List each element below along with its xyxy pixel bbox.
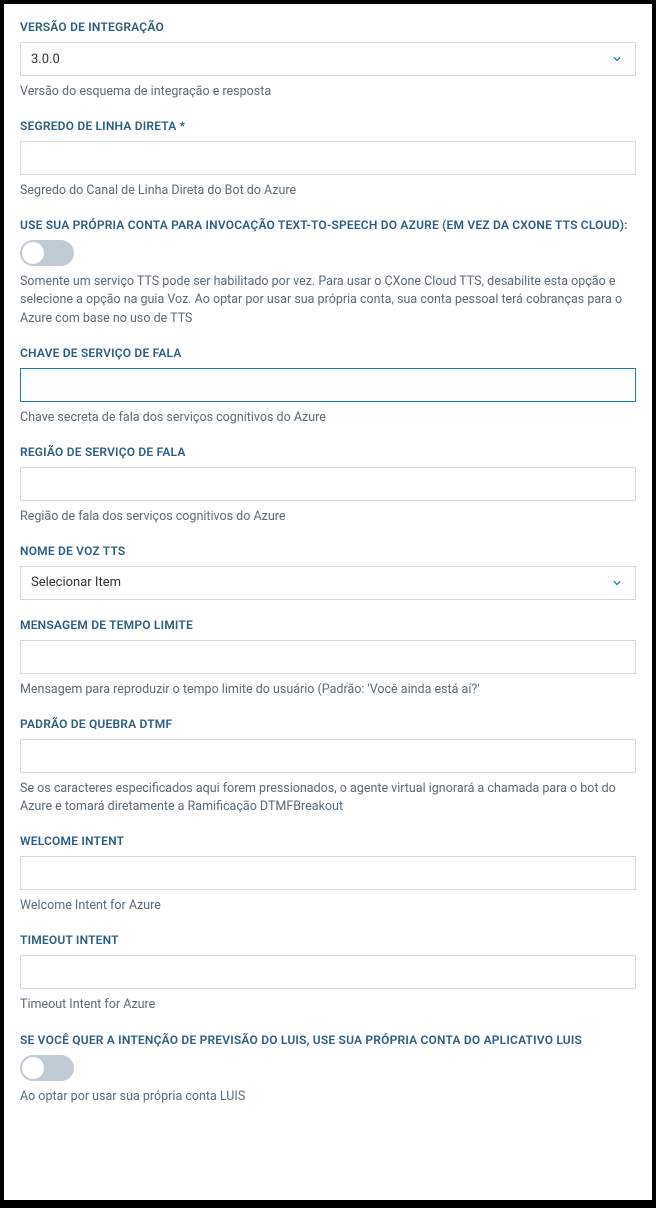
label-own-tts-account: USE SUA PRÓPRIA CONTA PARA INVOCAÇÃO TEX…: [20, 218, 636, 232]
help-speech-service-region: Região de fala dos serviços cognitivos d…: [20, 508, 636, 526]
input-direct-line-secret[interactable]: [20, 141, 636, 175]
help-dtmf-break-pattern: Se os caracteres especificados aqui fore…: [20, 780, 636, 816]
chevron-down-icon: [611, 577, 623, 589]
toggle-knob: [22, 1057, 44, 1079]
field-own-tts-account: USE SUA PRÓPRIA CONTA PARA INVOCAÇÃO TEX…: [20, 218, 636, 327]
field-integration-version: VERSÃO DE INTEGRAÇÃO 3.0.0 Versão do esq…: [20, 20, 636, 101]
label-dtmf-break-pattern: PADRÃO DE QUEBRA DTMF: [20, 717, 636, 731]
label-speech-service-region: REGIÃO DE SERVIÇO DE FALA: [20, 445, 636, 459]
label-timeout-intent: TIMEOUT INTENT: [20, 933, 636, 947]
field-timeout-message: MENSAGEM DE TEMPO LIMITE Mensagem para r…: [20, 618, 636, 699]
input-timeout-intent[interactable]: [20, 955, 636, 989]
help-timeout-message: Mensagem para reproduzir o tempo limite …: [20, 681, 636, 699]
field-luis-own-account: SE VOCÊ QUER A INTENÇÃO DE PREVISÃO DO L…: [20, 1033, 636, 1106]
input-welcome-intent[interactable]: [20, 856, 636, 890]
label-welcome-intent: WELCOME INTENT: [20, 834, 636, 848]
field-dtmf-break-pattern: PADRÃO DE QUEBRA DTMF Se os caracteres e…: [20, 717, 636, 816]
label-timeout-message: MENSAGEM DE TEMPO LIMITE: [20, 618, 636, 632]
select-integration-version[interactable]: 3.0.0: [20, 42, 636, 76]
help-integration-version: Versão do esquema de integração e respos…: [20, 83, 636, 101]
chevron-down-icon: [611, 53, 623, 65]
field-tts-voice-name: NOME DE VOZ TTS Selecionar Item: [20, 544, 636, 600]
label-integration-version: VERSÃO DE INTEGRAÇÃO: [20, 20, 636, 34]
field-speech-service-key: CHAVE DE SERVIÇO DE FALA Chave secreta d…: [20, 346, 636, 427]
help-luis-own-account: Ao optar por usar sua própria conta LUIS: [20, 1088, 636, 1106]
input-speech-service-key[interactable]: [20, 368, 636, 402]
label-luis-own-account: SE VOCÊ QUER A INTENÇÃO DE PREVISÃO DO L…: [20, 1033, 636, 1047]
input-dtmf-break-pattern[interactable]: [20, 739, 636, 773]
input-timeout-message[interactable]: [20, 640, 636, 674]
help-speech-service-key: Chave secreta de fala dos serviços cogni…: [20, 409, 636, 427]
help-welcome-intent: Welcome Intent for Azure: [20, 897, 636, 915]
toggle-knob: [22, 242, 44, 264]
field-welcome-intent: WELCOME INTENT Welcome Intent for Azure: [20, 834, 636, 915]
help-own-tts-account: Somente um serviço TTS pode ser habilita…: [20, 273, 636, 327]
toggle-own-tts-account[interactable]: [20, 240, 74, 266]
input-speech-service-region[interactable]: [20, 467, 636, 501]
toggle-luis-own-account[interactable]: [20, 1055, 74, 1081]
label-tts-voice-name: NOME DE VOZ TTS: [20, 544, 636, 558]
form-container: VERSÃO DE INTEGRAÇÃO 3.0.0 Versão do esq…: [4, 4, 652, 1200]
select-value: Selecionar Item: [31, 575, 121, 590]
field-direct-line-secret: SEGREDO DE LINHA DIRETA * Segredo do Can…: [20, 119, 636, 200]
select-value: 3.0.0: [31, 52, 60, 67]
help-direct-line-secret: Segredo do Canal de Linha Direta do Bot …: [20, 182, 636, 200]
help-timeout-intent: Timeout Intent for Azure: [20, 996, 636, 1014]
field-speech-service-region: REGIÃO DE SERVIÇO DE FALA Região de fala…: [20, 445, 636, 526]
field-timeout-intent: TIMEOUT INTENT Timeout Intent for Azure: [20, 933, 636, 1014]
select-tts-voice-name[interactable]: Selecionar Item: [20, 566, 636, 600]
label-direct-line-secret: SEGREDO DE LINHA DIRETA *: [20, 119, 636, 133]
label-speech-service-key: CHAVE DE SERVIÇO DE FALA: [20, 346, 636, 360]
